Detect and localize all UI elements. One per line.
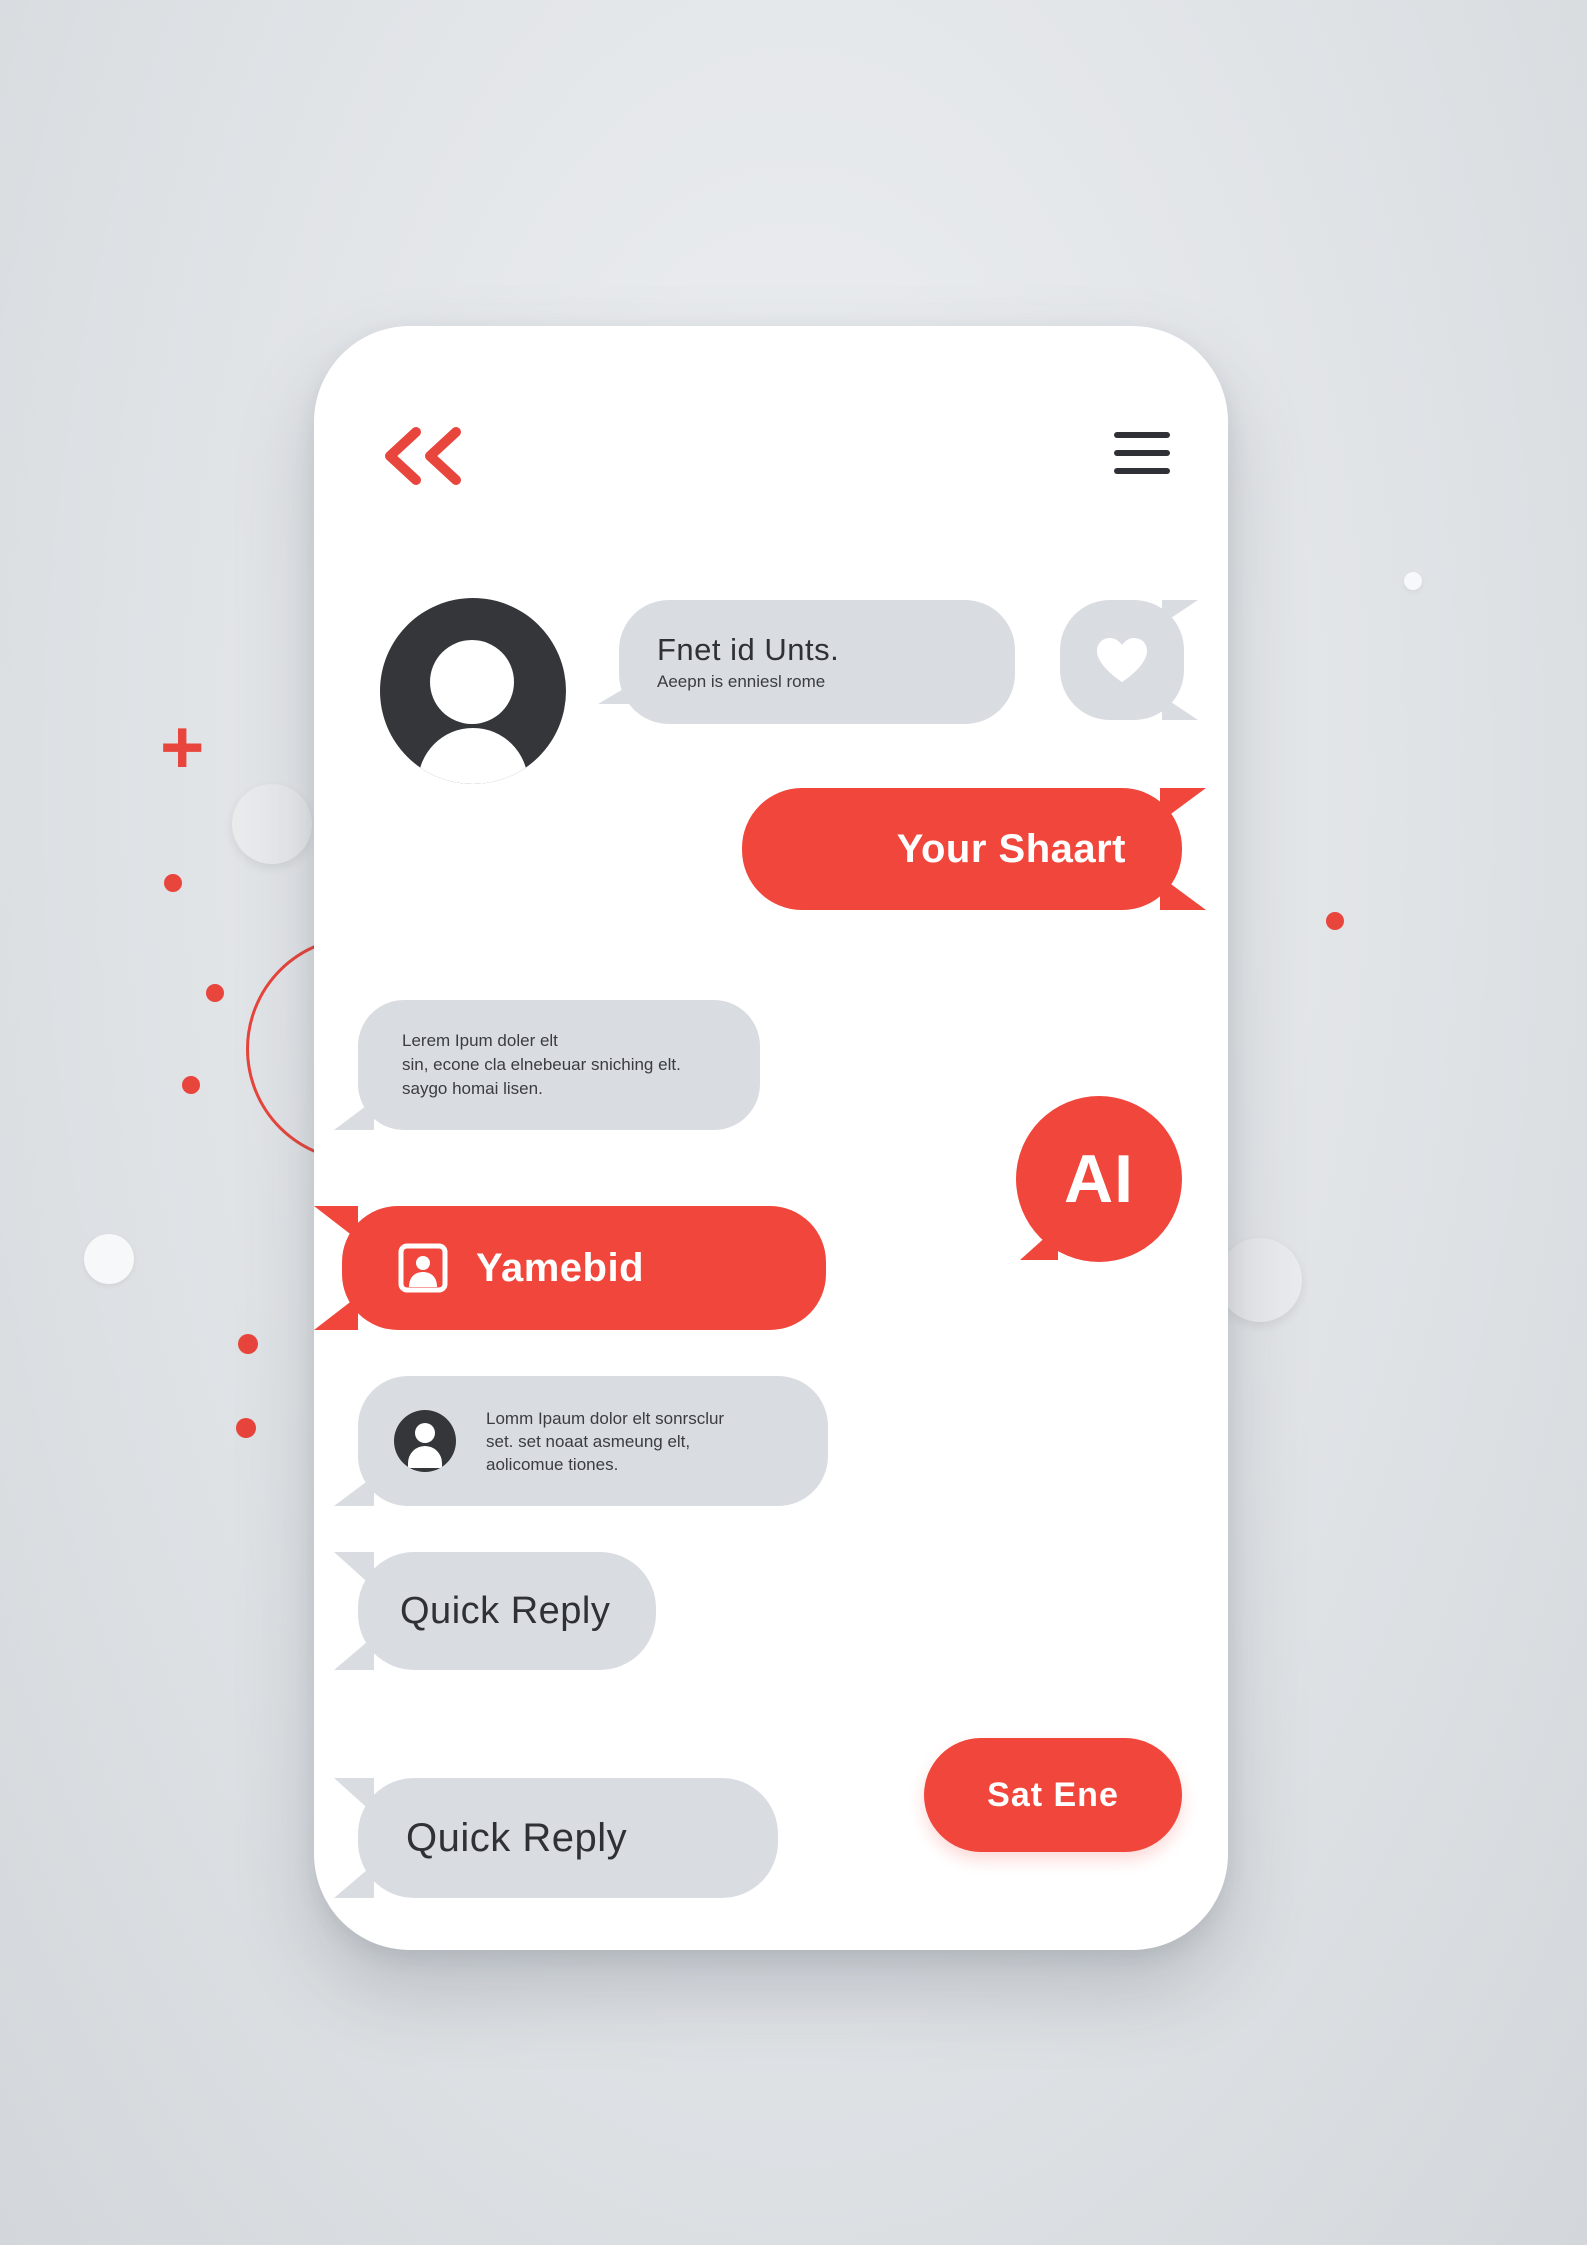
message-subtitle: Aeepn is enniesl rome (657, 672, 826, 691)
quick-reply-label: Quick Reply (400, 1589, 611, 1632)
quick-reply-button[interactable]: Quick Reply (358, 1778, 778, 1898)
message-line: set. set noaat asmeung elt, (486, 1431, 691, 1451)
heart-reaction-bubble[interactable] (1060, 600, 1184, 720)
dot-decoration (164, 874, 182, 892)
send-button-label: Sat Ene (987, 1775, 1119, 1814)
heart-icon (1097, 638, 1147, 682)
hamburger-menu-icon[interactable] (1114, 430, 1170, 478)
white-dot-decoration (84, 1234, 134, 1284)
message-lines: Lomm Ipaum dolor elt sonrsclur set. set … (486, 1407, 724, 1476)
send-button[interactable]: Sat Ene (924, 1738, 1182, 1852)
white-dot-decoration (1404, 572, 1422, 590)
incoming-message-bubble[interactable]: Fnet id Unts. Aeepn is enniesl rome (619, 600, 1015, 724)
ai-badge-label: AI (1064, 1141, 1134, 1217)
contact-avatar[interactable] (380, 598, 566, 784)
avatar-head (430, 640, 514, 724)
message-line: aolicomue tiones. (486, 1454, 619, 1474)
incoming-message-bubble[interactable]: Lomm Ipaum dolor elt sonrsclur set. set … (358, 1376, 828, 1506)
ai-assistant-badge[interactable]: AI (1016, 1096, 1182, 1262)
avatar-body (418, 728, 528, 784)
quick-reply-label: Quick Reply (406, 1815, 628, 1860)
avatar-head (415, 1423, 435, 1443)
sender-avatar (394, 1410, 456, 1472)
message-line: sin, econe cla elnebeuar sniching elt. (402, 1055, 681, 1074)
quick-reply-button[interactable]: Quick Reply (358, 1552, 656, 1670)
dot-decoration (182, 1076, 200, 1094)
background-bubble-decoration (1218, 1238, 1302, 1322)
outgoing-message-bubble[interactable]: Your Shaart (742, 788, 1182, 910)
dot-decoration (1326, 912, 1344, 930)
dot-decoration (236, 1418, 256, 1438)
message-title: Fnet id Unts. (657, 632, 840, 667)
contact-card-bubble[interactable]: Yamebid (342, 1206, 826, 1330)
message-line: Lomm Ipaum dolor elt sonrsclur (486, 1408, 725, 1428)
message-text: Your Shaart (896, 826, 1126, 871)
chat-screen: Fnet id Unts. Aeepn is enniesl rome Your… (314, 326, 1228, 1950)
plus-decoration: + (160, 705, 205, 790)
contact-name: Yamebid (476, 1245, 645, 1290)
message-line: saygo homai lisen. (402, 1079, 543, 1098)
avatar-body (408, 1446, 442, 1468)
background-bubble-decoration (232, 784, 312, 864)
dot-decoration (238, 1334, 258, 1354)
contact-card-icon (398, 1243, 448, 1293)
double-chevron-left-icon[interactable] (380, 426, 470, 486)
incoming-message-bubble[interactable]: Lerem Ipum doler elt sin, econe cla elne… (358, 1000, 760, 1130)
dot-decoration (206, 984, 224, 1002)
message-line: Lerem Ipum doler elt (402, 1031, 558, 1050)
